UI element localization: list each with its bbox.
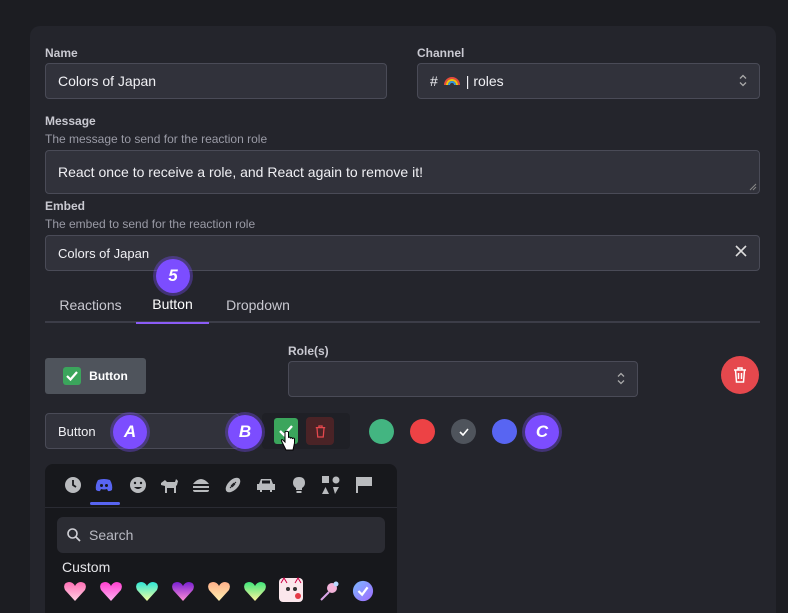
channel-value: | roles	[465, 73, 504, 89]
heart-teal-emoji-icon[interactable]	[135, 580, 159, 602]
embed-select[interactable]: Colors of Japan	[45, 235, 760, 271]
remove-emoji-button[interactable]	[306, 417, 334, 445]
style-blurple-button[interactable]	[492, 419, 517, 444]
heart-gradient-emoji-icon[interactable]	[63, 580, 87, 602]
check-emoji-icon	[63, 367, 82, 385]
name-label: Name	[45, 46, 78, 60]
button-preview[interactable]: Button	[45, 358, 146, 394]
tab-dropdown[interactable]: Dropdown	[209, 286, 307, 323]
channel-label: Channel	[417, 46, 465, 60]
burger-icon[interactable]	[190, 474, 212, 496]
chevron-updown-icon	[617, 372, 625, 386]
heart-purple-emoji-icon[interactable]	[171, 580, 195, 602]
roles-label: Role(s)	[288, 344, 329, 358]
annotation-badge-5: 5	[156, 259, 190, 293]
annotation-badge-c: C	[525, 415, 559, 449]
flag-icon[interactable]	[353, 474, 375, 496]
trash-icon	[734, 367, 746, 383]
active-category-indicator	[90, 502, 120, 505]
trash-icon	[315, 424, 325, 438]
symbols-icon[interactable]	[320, 474, 342, 496]
heart-pink-emoji-icon[interactable]	[99, 580, 123, 602]
channel-select[interactable]: # | roles	[417, 63, 760, 99]
pin-emoji-icon[interactable]	[317, 580, 341, 602]
embed-label: Embed	[45, 199, 86, 213]
smiley-icon[interactable]	[127, 474, 149, 496]
search-placeholder: Search	[89, 527, 134, 543]
style-red-button[interactable]	[410, 419, 435, 444]
name-value: Colors of Japan	[58, 73, 157, 89]
rainbow-emoji-icon	[443, 73, 460, 89]
heart-peach-emoji-icon[interactable]	[207, 580, 231, 602]
roles-select[interactable]	[288, 361, 638, 397]
annotation-badge-b: B	[228, 415, 262, 449]
heart-green-emoji-icon[interactable]	[243, 580, 267, 602]
discord-icon[interactable]	[93, 474, 115, 496]
chevron-updown-icon	[739, 74, 747, 88]
embed-hint: The embed to send for the reaction role	[45, 217, 256, 231]
clock-icon[interactable]	[62, 474, 84, 496]
resize-handle-icon[interactable]	[749, 183, 757, 191]
annotation-badge-a: A	[113, 415, 147, 449]
hand-cursor-icon	[280, 430, 296, 457]
button-preview-label: Button	[89, 369, 128, 383]
cat-sticker-emoji-icon[interactable]	[278, 577, 304, 603]
picker-divider	[45, 507, 397, 508]
car-icon[interactable]	[255, 474, 277, 496]
embed-value: Colors of Japan	[58, 245, 150, 261]
emoji-search-input[interactable]: Search	[57, 517, 385, 553]
tab-reactions[interactable]: Reactions	[45, 286, 136, 323]
football-icon[interactable]	[222, 474, 244, 496]
name-input[interactable]: Colors of Japan	[45, 63, 387, 99]
tab-bar: Reactions Button Dropdown	[45, 286, 760, 324]
lightbulb-icon[interactable]	[288, 474, 310, 496]
delete-row-button[interactable]	[721, 356, 759, 394]
dog-icon[interactable]	[158, 474, 180, 496]
channel-hash: #	[430, 73, 438, 89]
clear-icon[interactable]	[735, 245, 747, 260]
message-hint: The message to send for the reaction rol…	[45, 132, 268, 146]
custom-section-title: Custom	[62, 559, 111, 575]
style-green-button[interactable]	[369, 419, 394, 444]
check-icon	[458, 427, 469, 436]
message-textarea[interactable]: React once to receive a role, and React …	[45, 150, 760, 194]
style-grey-button[interactable]	[451, 419, 476, 444]
search-icon	[67, 528, 81, 542]
message-value: React once to receive a role, and React …	[58, 164, 423, 180]
button-label-value: Button	[58, 423, 96, 439]
message-label: Message	[45, 114, 96, 128]
verified-badge-emoji-icon[interactable]	[351, 580, 375, 602]
